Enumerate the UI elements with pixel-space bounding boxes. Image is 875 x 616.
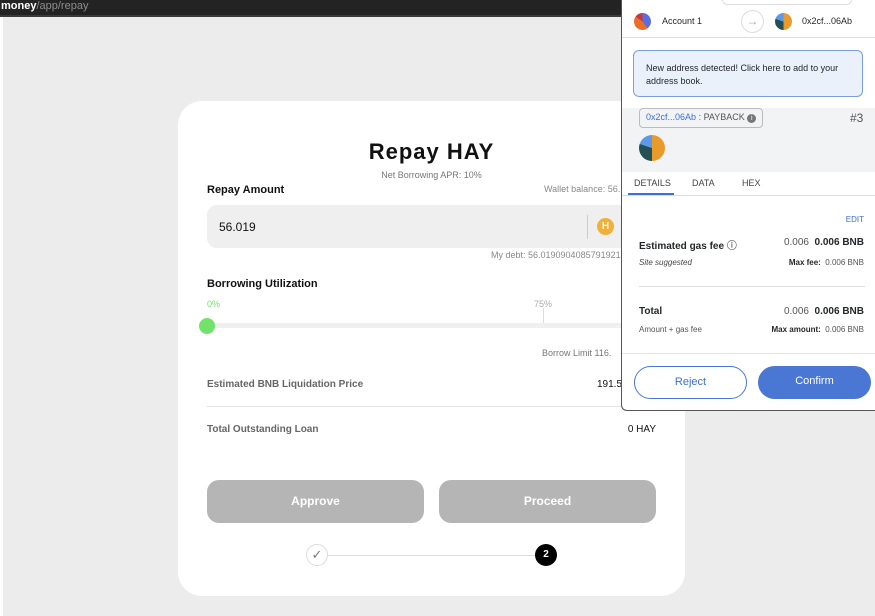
tab-details[interactable]: DETAILS [634,178,671,188]
gas-fee-label: Estimated gas fee ⓘ [639,237,737,252]
max-amount-label: Max amount: [771,325,821,334]
tab-data[interactable]: DATA [692,178,715,188]
divider [622,195,875,196]
gas-fee-value: 0.006 0.006 BNB [784,237,864,248]
gas-fee-bnb: 0.006 BNB [814,237,864,248]
repay-amount-input[interactable]: 56.019 H [207,205,637,248]
divider [639,286,865,287]
my-debt: My debt: 56.0190904085791921 [491,250,621,260]
max-fee-label: Max fee: [788,258,821,267]
recipient-avatar [775,13,792,30]
total-label: Total [639,306,663,317]
new-address-notice[interactable]: New address detected! Click here to add … [633,50,863,97]
page-edge [0,17,3,616]
loan-label: Total Outstanding Loan [207,424,319,435]
account-avatar [634,13,651,30]
url-host: money [1,0,37,12]
nonce: #3 [850,111,864,125]
liquidation-label: Estimated BNB Liquidation Price [207,379,364,390]
info-icon: i [747,114,757,123]
divider [622,37,875,38]
repay-card: Repay HAY Net Borrowing APR: 10% Repay A… [178,101,685,596]
wallet-confirm-popup: Account 1 → 0x2cf...06Ab New address det… [621,0,875,411]
contract-address[interactable]: 0x2cf...06Ab [646,112,696,122]
arrow-right-icon: → [741,10,764,33]
slider-thumb[interactable] [199,318,215,334]
utilization-slider[interactable] [207,323,627,328]
tab-hex[interactable]: HEX [742,178,761,188]
step-connector [326,555,546,556]
gas-fee-text: Estimated gas fee [639,241,725,252]
method-name: : PAYBACK [698,112,745,122]
divider [622,353,875,354]
max-fee-value: 0.006 BNB [825,258,864,267]
loan-value: 0 HAY [627,424,656,435]
reject-button[interactable]: Reject [634,366,747,399]
amount-value: 56.019 [219,220,256,234]
edit-link[interactable]: EDIT [846,215,864,224]
page-title: Repay HAY [368,139,495,164]
from-account: Account 1 [662,16,703,26]
confirm-button[interactable]: Confirm [758,366,871,399]
amount-gas-label: Amount + gas fee [639,325,702,334]
url-path: /app/repay [36,0,89,12]
to-address: 0x2cf...06Ab [802,16,853,26]
divider [207,406,656,407]
tick-0: 0% [207,299,221,309]
tick-mark-75 [543,308,544,323]
hay-token-icon: H [597,218,614,235]
liquidation-value: 191.5 [597,379,623,390]
borrow-limit: Borrow Limit 116. [542,348,612,358]
wallet-balance: Wallet balance: 56. [544,184,621,194]
proceed-button[interactable]: Proceed [439,480,656,523]
check-icon: ✓ [306,544,328,566]
network-pill[interactable] [722,0,852,5]
max-amount: Max amount: 0.006 BNB [772,325,865,334]
max-amount-value: 0.006 BNB [825,325,864,334]
step-2-indicator: 2 [535,544,557,566]
total-fiat: 0.006 [783,306,809,317]
input-divider [587,215,588,239]
apr-text: Net Borrowing APR: 10% [381,170,482,180]
total-value: 0.006 0.006 BNB [784,306,864,317]
info-icon: ⓘ [726,241,737,252]
utilization-label: Borrowing Utilization [207,278,318,290]
contract-avatar [639,135,665,161]
site-suggested[interactable]: Site suggested [639,258,692,267]
contract-method-chip[interactable]: 0x2cf...06Ab : PAYBACK i [639,108,764,128]
max-fee: Max fee: 0.006 BNB [789,258,864,267]
total-bnb: 0.006 BNB [814,306,864,317]
approve-button[interactable]: Approve [207,480,424,523]
gas-fee-fiat: 0.006 [783,237,809,248]
repay-amount-label: Repay Amount [207,184,285,196]
